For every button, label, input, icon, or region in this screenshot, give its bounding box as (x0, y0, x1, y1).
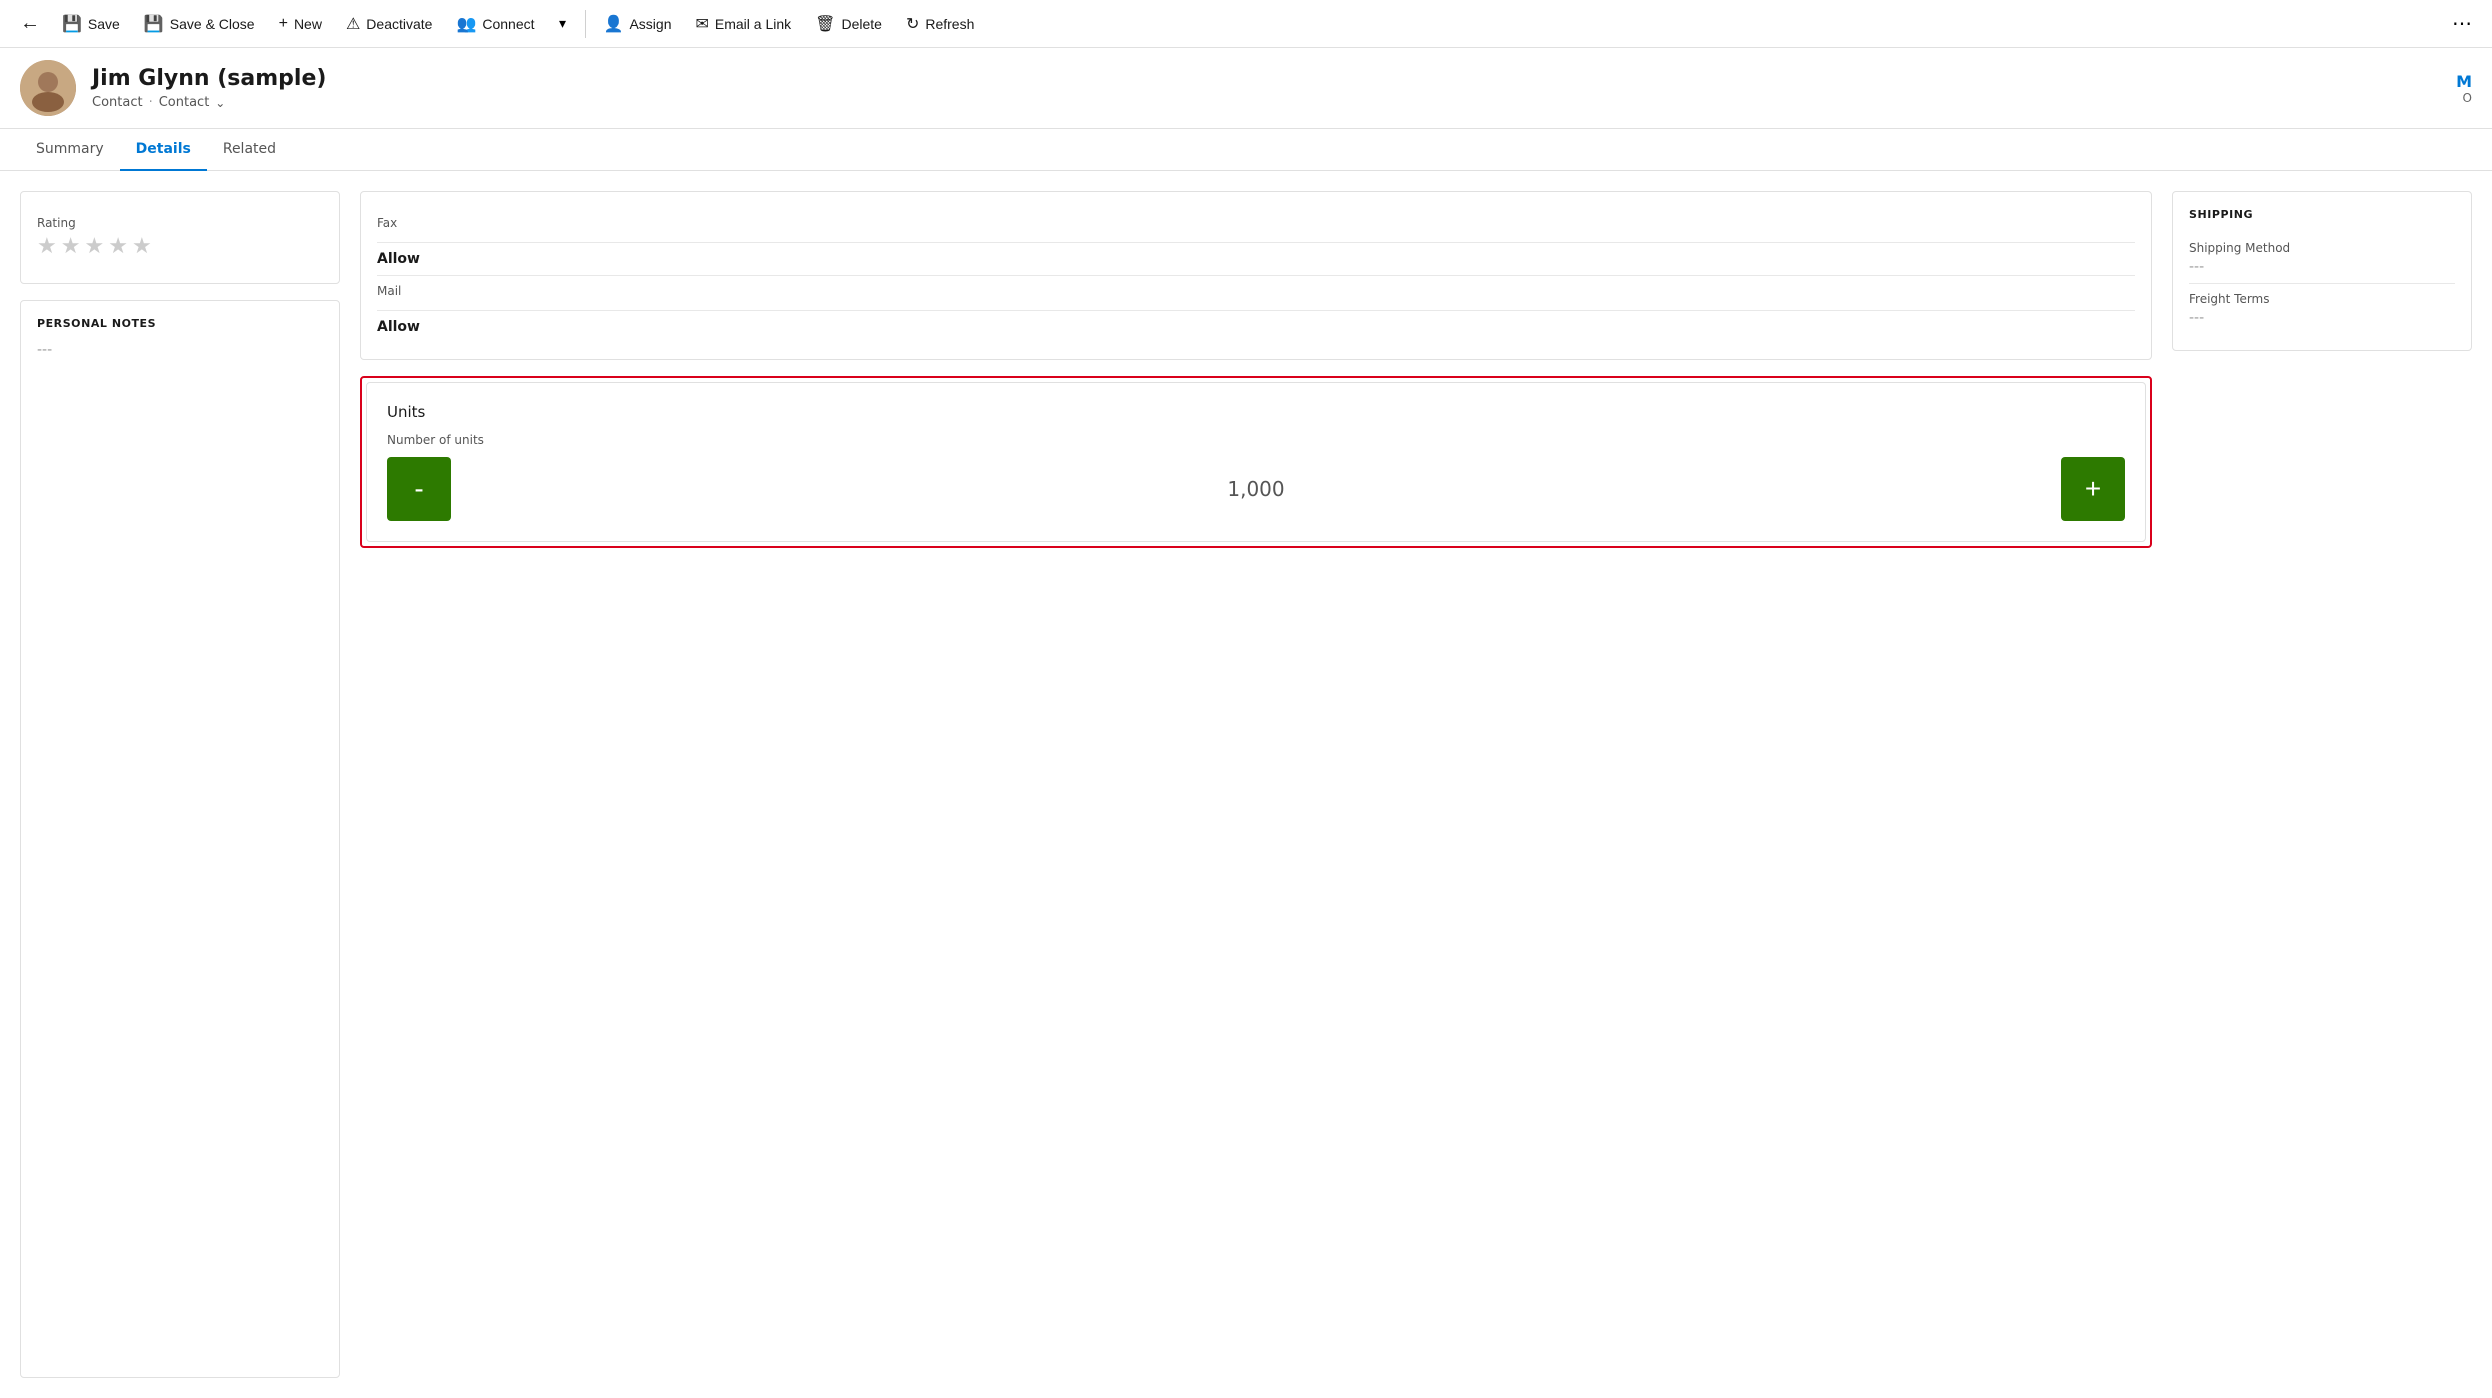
mail-field: Mail (377, 276, 2135, 311)
tab-summary[interactable]: Summary (20, 129, 120, 171)
mail-label: Mail (377, 284, 2135, 298)
units-number-label: Number of units (387, 433, 2125, 447)
save-close-icon: 💾 (144, 14, 164, 34)
personal-notes-title: PERSONAL NOTES (37, 317, 323, 330)
shipping-method-value: --- (2189, 259, 2455, 275)
fax-label: Fax (377, 216, 2135, 230)
units-card: Units Number of units - 1,000 + (366, 382, 2146, 542)
mail-allow-value: Allow (377, 319, 2135, 335)
personal-notes-value: --- (37, 342, 323, 358)
save-close-button[interactable]: 💾 Save & Close (134, 8, 265, 40)
freight-terms-field: Freight Terms --- (2189, 284, 2455, 334)
units-value: 1,000 (451, 477, 2061, 501)
refresh-button[interactable]: ↻ Refresh (896, 8, 984, 40)
new-icon: + (279, 15, 288, 33)
middle-column: Fax Allow Mail Allow Units Number of uni… (360, 191, 2152, 1378)
connect-chevron[interactable]: ▾ (549, 6, 577, 42)
left-column: Rating ★ ★ ★ ★ ★ PERSONAL NOTES --- (20, 191, 340, 1378)
personal-notes-card: PERSONAL NOTES --- (20, 300, 340, 1378)
freight-terms-value: --- (2189, 310, 2455, 326)
rating-card: Rating ★ ★ ★ ★ ★ (20, 191, 340, 284)
toolbar-divider (585, 10, 586, 38)
units-minus-button[interactable]: - (387, 457, 451, 521)
fax-field: Fax (377, 208, 2135, 243)
subtitle-dot: · (149, 95, 153, 110)
tab-related[interactable]: Related (207, 129, 292, 171)
deactivate-icon: ⚠ (346, 14, 360, 34)
email-link-button[interactable]: ✉ Email a Link (685, 8, 801, 40)
rating-label: Rating (37, 216, 323, 230)
shipping-method-label: Shipping Method (2189, 241, 2455, 255)
avatar (20, 60, 76, 116)
freight-terms-label: Freight Terms (2189, 292, 2455, 306)
star-2[interactable]: ★ (61, 234, 81, 259)
header-sub: O (2463, 91, 2472, 105)
record-header: Jim Glynn (sample) Contact · Contact ⌄ M… (0, 48, 2492, 129)
plus-icon: + (2085, 473, 2101, 505)
rating-field: Rating ★ ★ ★ ★ ★ (37, 208, 323, 267)
shipping-card: SHIPPING Shipping Method --- Freight Ter… (2172, 191, 2472, 351)
connect-button[interactable]: 👥 Connect (446, 8, 544, 40)
breadcrumb-chevron-icon[interactable]: ⌄ (215, 96, 225, 110)
star-4[interactable]: ★ (108, 234, 128, 259)
star-1[interactable]: ★ (37, 234, 57, 259)
record-subtitle: Contact · Contact ⌄ (92, 95, 326, 110)
delete-icon: 🗑 (815, 14, 835, 34)
right-column: SHIPPING Shipping Method --- Freight Ter… (2172, 191, 2472, 1378)
connect-icon: 👥 (456, 14, 476, 34)
back-button[interactable]: ← (12, 6, 48, 42)
toolbar: ← 💾 Save 💾 Save & Close + New ⚠ Deactiva… (0, 0, 2492, 48)
fax-allow-value: Allow (377, 251, 2135, 267)
tab-details[interactable]: Details (120, 129, 207, 171)
record-name: Jim Glynn (sample) (92, 66, 326, 91)
contact-prefs-card: Fax Allow Mail Allow (360, 191, 2152, 360)
record-type2: Contact (159, 95, 210, 110)
shipping-title: SHIPPING (2189, 208, 2455, 221)
delete-button[interactable]: 🗑 Delete (805, 8, 892, 40)
more-options-button[interactable]: ⋯ (2444, 6, 2480, 42)
header-right: M O (2456, 72, 2472, 105)
units-highlight-border: Units Number of units - 1,000 + (360, 376, 2152, 548)
star-3[interactable]: ★ (84, 234, 104, 259)
save-icon: 💾 (62, 14, 82, 34)
avatar-svg (20, 60, 76, 116)
star-5[interactable]: ★ (132, 234, 152, 259)
assign-button[interactable]: 👤 Assign (594, 8, 682, 40)
record-title-block: Jim Glynn (sample) Contact · Contact ⌄ (92, 66, 326, 110)
mail-allow-field: Allow (377, 311, 2135, 343)
units-control: - 1,000 + (387, 457, 2125, 521)
record-type1: Contact (92, 95, 143, 110)
stars-row[interactable]: ★ ★ ★ ★ ★ (37, 234, 323, 259)
avatar-image (20, 60, 76, 116)
minus-icon: - (414, 473, 423, 505)
header-initial: M (2456, 72, 2472, 91)
units-title: Units (387, 403, 2125, 421)
content-area: Rating ★ ★ ★ ★ ★ PERSONAL NOTES --- Fax (0, 171, 2492, 1398)
fax-allow-field: Allow (377, 243, 2135, 276)
shipping-method-field: Shipping Method --- (2189, 233, 2455, 284)
tabs-bar: Summary Details Related (0, 129, 2492, 171)
save-button[interactable]: 💾 Save (52, 8, 130, 40)
assign-icon: 👤 (604, 14, 624, 34)
new-button[interactable]: + New (269, 9, 332, 39)
deactivate-button[interactable]: ⚠ Deactivate (336, 8, 443, 40)
units-plus-button[interactable]: + (2061, 457, 2125, 521)
refresh-icon: ↻ (906, 14, 919, 34)
email-icon: ✉ (695, 14, 708, 34)
